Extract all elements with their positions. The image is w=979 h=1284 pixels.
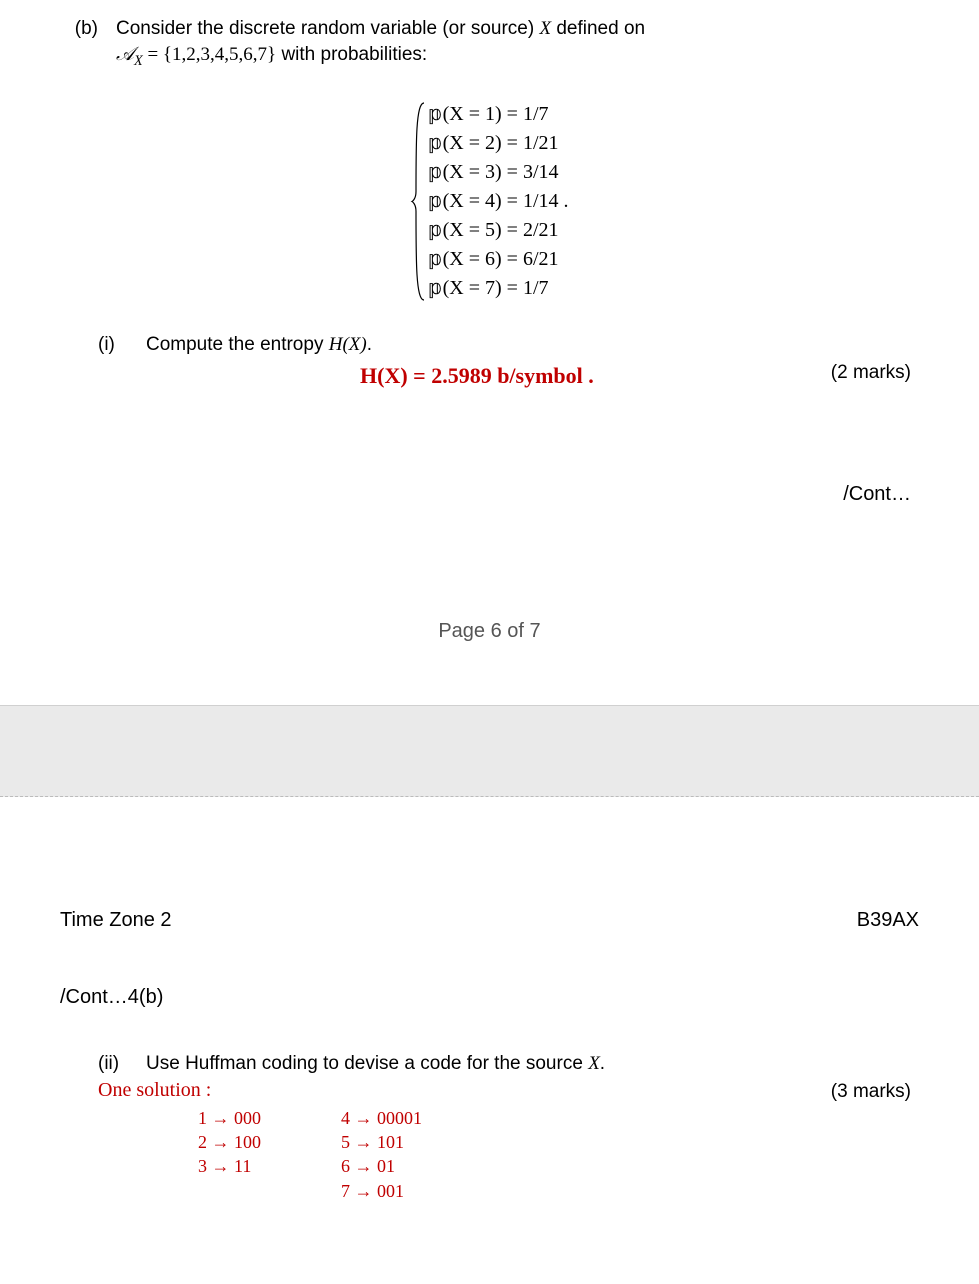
question-text: Consider the discrete random variable (o… (116, 16, 919, 71)
question-intro-3: with probabilities: (276, 44, 427, 65)
page-break (0, 705, 979, 797)
code-line: 4 → 00001 (341, 1106, 422, 1130)
prob-line: 𝕡(X = 5) = 2/21 (428, 217, 568, 244)
question-b: (b) Consider the discrete random variabl… (60, 16, 919, 71)
solution-label: One solution : (98, 1079, 211, 1101)
prob-line: 𝕡(X = 1) = 1/7 (428, 101, 568, 128)
codes-col-right: 4 → 00001 5 → 101 6 → 01 7 → 001 (341, 1106, 422, 1203)
header-left: Time Zone 2 (60, 907, 172, 934)
prob-line: 𝕡(X = 7) = 1/7 (428, 275, 568, 302)
part-ii-text: Use Huffman coding to devise a code for … (146, 1051, 831, 1077)
part-i-marks: (2 marks) (831, 360, 919, 386)
part-ii-var: X (588, 1053, 600, 1074)
prob-line: 𝕡(X = 3) = 3/14 (428, 159, 568, 186)
part-i-label: (i) (98, 332, 128, 358)
prob-line: 𝕡(X = 6) = 6/21 (428, 246, 568, 273)
part-ii: (ii) Use Huffman coding to devise a code… (60, 1051, 919, 1203)
part-i-handwritten-answer: H(X) = 2.5989 b/symbol . (360, 361, 831, 391)
question-intro-1: Consider the discrete random variable (o… (116, 18, 539, 39)
part-i-text-1: Compute the entropy (146, 334, 329, 355)
code-line: 3 → 11 (198, 1154, 261, 1178)
code-line: 6 → 01 (341, 1154, 422, 1178)
cont-label: /Cont…4(b) (0, 934, 979, 1011)
question-label: (b) (60, 16, 98, 71)
header-right: B39AX (857, 907, 919, 934)
alphabet-set: {1,2,3,4,5,6,7} (163, 44, 276, 65)
part-i-hx: H(X) (329, 334, 367, 355)
left-brace-icon (410, 101, 428, 302)
part-ii-marks: (3 marks) (831, 1079, 919, 1105)
part-i: (i) Compute the entropy H(X). H(X) = 2.5… (60, 332, 919, 391)
alphabet-subscript: X (134, 52, 143, 68)
huffman-codes: 1 → 000 2 → 100 3 → 11 4 → 00001 5 → 101… (198, 1106, 831, 1203)
cont-indicator: /Cont… (60, 481, 919, 508)
prob-line: 𝕡(X = 2) = 1/21 (428, 130, 568, 157)
codes-col-left: 1 → 000 2 → 100 3 → 11 (198, 1106, 261, 1203)
probability-list: 𝕡(X = 1) = 1/7 𝕡(X = 2) = 1/21 𝕡(X = 3) … (428, 101, 568, 302)
part-i-text-2: . (367, 334, 372, 355)
code-line: 5 → 101 (341, 1130, 422, 1154)
probability-definition: 𝕡(X = 1) = 1/7 𝕡(X = 2) = 1/21 𝕡(X = 3) … (60, 101, 919, 302)
page-7-content: (ii) Use Huffman coding to devise a code… (0, 1011, 979, 1203)
part-ii-text-1: Use Huffman coding to devise a code for … (146, 1053, 588, 1074)
question-intro-2: defined on (551, 18, 645, 39)
prob-line: 𝕡(X = 4) = 1/14 . (428, 188, 568, 215)
part-ii-label: (ii) (98, 1051, 128, 1077)
page-6-content: (b) Consider the discrete random variabl… (0, 0, 979, 645)
part-ii-handwritten-solution: One solution : 1 → 000 2 → 100 3 → 11 4 … (98, 1077, 831, 1203)
code-line: 2 → 100 (198, 1130, 261, 1154)
question-var: X (539, 18, 551, 39)
page-7-header: Time Zone 2 B39AX (0, 797, 979, 934)
alphabet-symbol: 𝒜 (116, 44, 134, 65)
page-footer: Page 6 of 7 (60, 618, 919, 645)
code-line: 1 → 000 (198, 1106, 261, 1130)
part-i-text: Compute the entropy H(X). (146, 332, 831, 358)
code-line: 7 → 001 (341, 1179, 422, 1203)
alphabet-eq: = (143, 44, 163, 65)
part-ii-text-2: . (600, 1053, 605, 1074)
